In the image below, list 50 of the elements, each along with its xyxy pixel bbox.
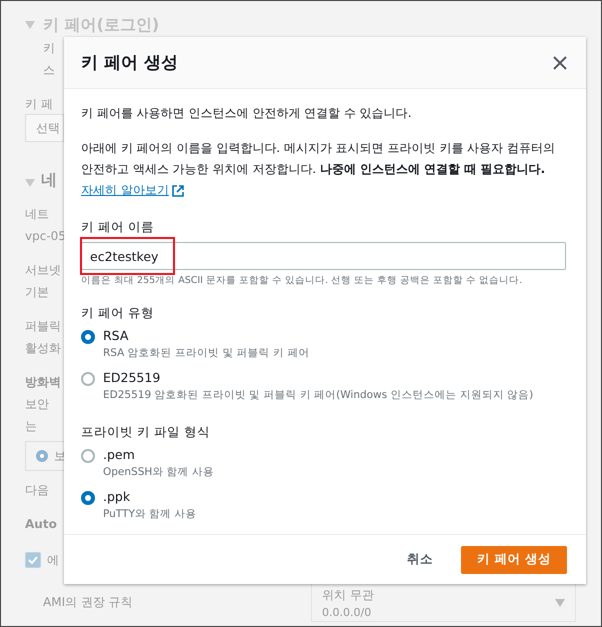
option-label: ED25519 (103, 370, 162, 385)
radio-button[interactable] (81, 330, 95, 344)
group-label: 프라이빗 키 파일 형식 (81, 424, 211, 441)
option-description: ED25519 암호화된 프라이빗 및 퍼블릭 키 페어(Windows 인스턴스에는 지원되지 않음) (103, 388, 534, 402)
checkbox-label: 에 (47, 552, 59, 568)
external-link-icon (172, 184, 184, 196)
field-label: 키 페어 이름 (81, 219, 155, 236)
dialog-title: 키 페어 생성 (81, 52, 178, 74)
option-description: PuTTY와 함께 사용 (103, 507, 197, 521)
group-label: 키 페어 유형 (81, 305, 155, 322)
field-label: 네트 (25, 206, 49, 222)
key-name-field[interactable]: ec2testkey (81, 242, 566, 270)
field-label: 서브넷 (25, 262, 61, 278)
field-value: 보안 (25, 396, 49, 412)
learn-more-link[interactable]: 자세히 알아보기 (81, 180, 184, 201)
radio-button[interactable] (36, 450, 48, 462)
option-label: .pem (103, 447, 136, 462)
cancel-button[interactable]: 취소 (403, 545, 437, 574)
field-label: 퍼블릭 (25, 318, 61, 334)
checkbox[interactable] (25, 552, 41, 568)
field-label: Auto (25, 517, 57, 531)
field-hint: 이름은 최대 255개의 ASCII 문자를 포함할 수 있습니다. 선행 또는 후행 공백은 포함할 수 없습니다. (81, 274, 524, 287)
intro-text: 키 페어를 사용하면 인스턴스에 안전하게 연결할 수 있습니다. (81, 105, 413, 122)
field-value: 스 (43, 62, 55, 78)
caret-icon (25, 179, 35, 187)
option-label: .ppk (103, 489, 132, 504)
field-value: 키 (43, 40, 55, 56)
create-button[interactable]: 키 페어 생성 (461, 546, 567, 574)
description-text: 아래에 키 페어의 이름을 입력합니다. 메시지가 표시되면 프라이빗 키를 사용자 컴퓨터의 안전하고 액세스 가능한 위치에 저장합니다. 나중에 인스턴스에 연결할 때 필요합니다. 자세히 알아보기 (81, 138, 566, 201)
field-value: 기본 (25, 284, 49, 300)
close-button[interactable] (551, 54, 569, 72)
select-field[interactable]: 선택 (25, 114, 64, 142)
option-description: OpenSSH와 함께 사용 (103, 465, 214, 479)
option-label: 보 (54, 448, 66, 464)
radio-button[interactable] (81, 491, 95, 505)
option-label: RSA (103, 328, 130, 343)
section-heading: 네 (41, 170, 57, 190)
caret-icon (25, 21, 35, 29)
field-label: 키 페 (25, 96, 53, 112)
field-label: 다음 (25, 482, 49, 498)
option-description: RSA 암호화된 프라이빗 및 퍼블릭 키 페어 (103, 346, 310, 360)
field-value: vpc-05 (25, 229, 66, 243)
field-description: AMI의 권장 규칙 (43, 594, 133, 611)
radio-button[interactable] (81, 449, 95, 463)
radio-button[interactable] (81, 372, 95, 386)
field-label: 방화벽 (25, 374, 61, 390)
field-value: 는 (25, 418, 37, 434)
field-value: 활성화 (25, 340, 61, 356)
checkmark-icon (28, 556, 38, 564)
caret-icon (555, 598, 565, 606)
